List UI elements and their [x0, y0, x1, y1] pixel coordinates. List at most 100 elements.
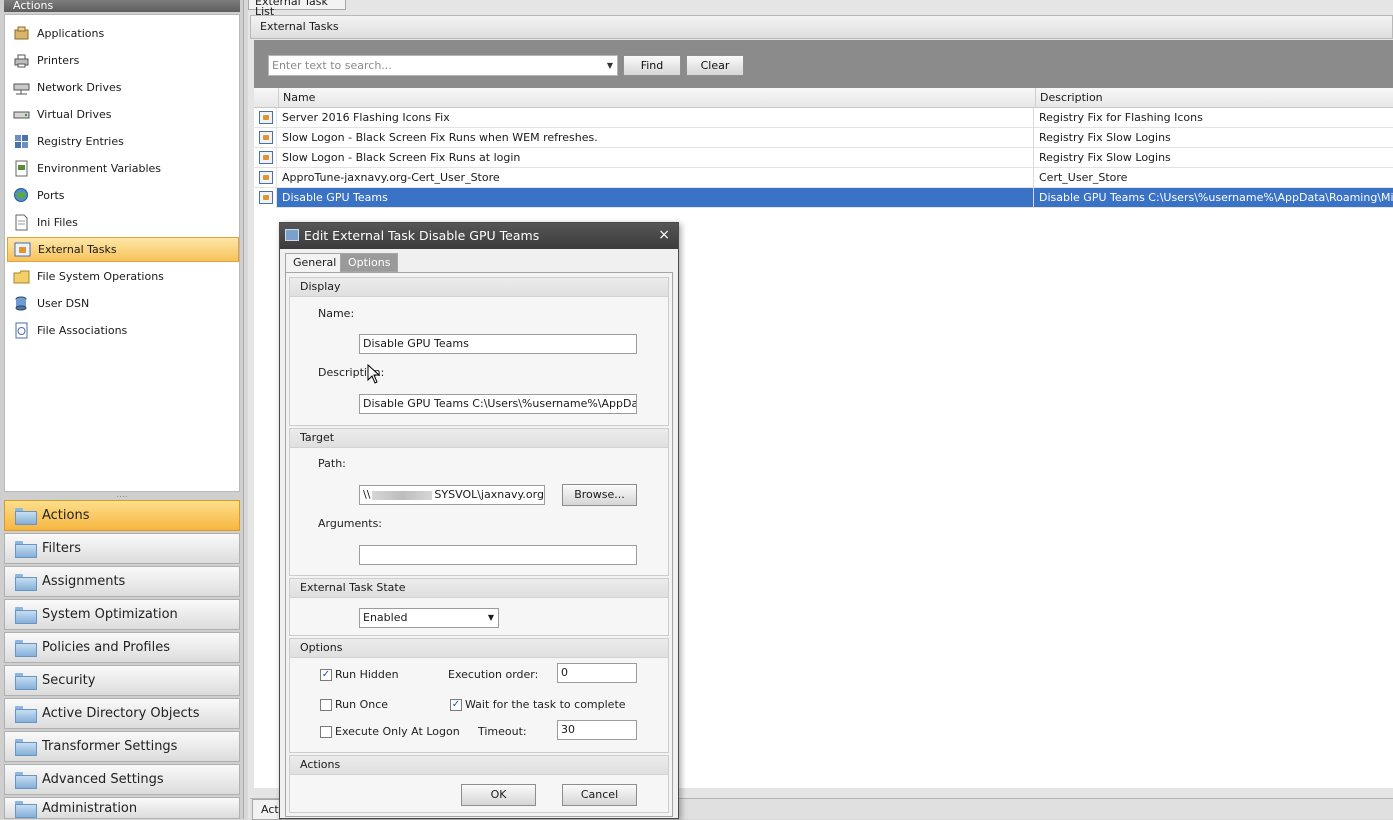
nav-system-optimization[interactable]: System Optimization: [4, 599, 240, 630]
nav-filters[interactable]: Filters: [4, 533, 240, 564]
cell-description: Registry Fix Slow Logins: [1039, 151, 1171, 164]
path-prefix: \\: [363, 488, 371, 501]
folder-icon: [15, 640, 37, 657]
sidebar-item-label: External Tasks: [38, 243, 117, 256]
external-task-icon: [259, 151, 273, 164]
tab-general[interactable]: General: [285, 253, 345, 273]
ini-file-icon: [13, 214, 30, 231]
printer-icon: [13, 52, 30, 69]
sidebar-item-applications[interactable]: Applications: [7, 21, 239, 46]
nav-advanced-settings[interactable]: Advanced Settings: [4, 764, 240, 795]
options-group: Options ✓ Run Hidden Execution order: 0 …: [289, 638, 669, 753]
group-header: Display: [290, 278, 668, 297]
sidebar-item-printers[interactable]: Printers: [7, 48, 239, 73]
run-once-checkbox[interactable]: [320, 699, 332, 711]
arguments-field[interactable]: [359, 545, 637, 565]
name-field[interactable]: Disable GPU Teams: [359, 334, 637, 354]
path-field[interactable]: \\ SYSVOL\jaxnavy.org\s: [359, 485, 545, 505]
sidebar-item-virtual-drives[interactable]: Virtual Drives: [7, 102, 239, 127]
clear-button[interactable]: Clear: [686, 55, 744, 76]
execution-order-field[interactable]: 0: [557, 663, 637, 683]
nav-label: Assignments: [42, 574, 126, 589]
file-system-icon: [13, 268, 30, 285]
group-header: Options: [290, 639, 668, 658]
column-header-description[interactable]: Description: [1035, 88, 1393, 108]
cell-name: Slow Logon - Black Screen Fix Runs at lo…: [278, 148, 1034, 168]
cell-description: Registry Fix Slow Logins: [1039, 131, 1171, 144]
registry-icon: [13, 133, 30, 150]
description-field[interactable]: Disable GPU Teams C:\Users\%username%\Ap…: [359, 394, 637, 414]
nav-transformer-settings[interactable]: Transformer Settings: [4, 731, 240, 762]
find-button[interactable]: Find: [623, 55, 681, 76]
sidebar-item-environment-variables[interactable]: Environment Variables: [7, 156, 239, 181]
execute-at-logon-checkbox[interactable]: [320, 726, 332, 738]
sidebar-item-external-tasks[interactable]: External Tasks: [7, 237, 239, 262]
nav-assignments[interactable]: Assignments: [4, 566, 240, 597]
nav-label: Advanced Settings: [42, 772, 164, 787]
sidebar-item-registry-entries[interactable]: Registry Entries: [7, 129, 239, 154]
ok-button[interactable]: OK: [461, 784, 536, 806]
timeout-field[interactable]: 30: [557, 720, 637, 740]
browse-button[interactable]: Browse...: [562, 484, 637, 506]
cell-name: Slow Logon - Black Screen Fix Runs when …: [278, 128, 1034, 148]
sidebar: Actions Applications Printers Network Dr…: [0, 0, 244, 819]
column-header-name[interactable]: Name: [278, 88, 1035, 108]
state-group: External Task State Enabled ▼: [289, 578, 669, 636]
grid-header-icon-col: [254, 88, 278, 108]
tab-external-task-list[interactable]: External Task List: [248, 0, 346, 17]
folder-icon: [15, 541, 37, 558]
nav-actions[interactable]: Actions: [4, 500, 240, 531]
run-hidden-label: Run Hidden: [335, 668, 399, 681]
redacted-server-name: [372, 490, 433, 500]
sidebar-item-label: User DSN: [37, 297, 90, 310]
sidebar-item-ini-files[interactable]: Ini Files: [7, 210, 239, 235]
environment-variables-icon: [13, 160, 30, 177]
tab-options[interactable]: Options: [340, 253, 399, 272]
ports-icon: [13, 187, 30, 204]
nav-policies-and-profiles[interactable]: Policies and Profiles: [4, 632, 240, 663]
folder-icon: [15, 772, 37, 789]
sidebar-item-user-dsn[interactable]: User DSN: [7, 291, 239, 316]
sidebar-item-ports[interactable]: Ports: [7, 183, 239, 208]
tab-actions[interactable]: Actions: [252, 799, 282, 820]
folder-icon: [15, 673, 37, 690]
table-row[interactable]: Slow Logon - Black Screen Fix Runs at lo…: [254, 148, 1393, 168]
sidebar-item-label: Ini Files: [37, 216, 78, 229]
table-row[interactable]: Server 2016 Flashing Icons Fix Registry …: [254, 108, 1393, 128]
sidebar-item-label: Registry Entries: [37, 135, 124, 148]
chevron-down-icon[interactable]: ▼: [607, 56, 613, 75]
display-group: Display Name: Disable GPU Teams Descript…: [289, 277, 669, 426]
table-row-selected[interactable]: Disable GPU Teams Disable GPU Teams C:\U…: [254, 188, 1393, 208]
user-dsn-icon: [13, 295, 30, 312]
close-icon[interactable]: ×: [658, 223, 670, 248]
search-input[interactable]: Enter text to search... ▼: [268, 55, 618, 76]
group-header: Target: [290, 429, 668, 448]
table-row[interactable]: Slow Logon - Black Screen Fix Runs when …: [254, 128, 1393, 148]
network-drive-icon: [13, 79, 30, 96]
action-list: Applications Printers Network Drives Vir…: [4, 14, 240, 492]
folder-icon: [15, 607, 37, 624]
nav-label: Active Directory Objects: [42, 706, 200, 721]
external-task-icon: [14, 241, 31, 258]
cell-name: Server 2016 Flashing Icons Fix: [278, 108, 1034, 128]
dialog-body: Display Name: Disable GPU Teams Descript…: [285, 272, 673, 817]
sidebar-item-label: Applications: [37, 27, 105, 40]
wait-for-task-checkbox[interactable]: ✓: [450, 699, 462, 711]
table-row[interactable]: ApproTune-jaxnavy.org-Cert_User_Store Ce…: [254, 168, 1393, 188]
name-label: Name:: [318, 307, 355, 320]
nav-security[interactable]: Security: [4, 665, 240, 696]
folder-icon: [15, 800, 37, 818]
state-select[interactable]: Enabled ▼: [359, 608, 499, 628]
path-label: Path:: [318, 457, 346, 470]
run-hidden-checkbox[interactable]: ✓: [320, 669, 332, 681]
sidebar-item-network-drives[interactable]: Network Drives: [7, 75, 239, 100]
nav-administration[interactable]: Administration: [4, 797, 240, 819]
sidebar-item-file-associations[interactable]: File Associations: [7, 318, 239, 343]
sidebar-item-label: Network Drives: [37, 81, 122, 94]
sidebar-item-file-system-operations[interactable]: File System Operations: [7, 264, 239, 289]
panel-splitter[interactable]: ....: [4, 491, 240, 500]
sidebar-item-label: Ports: [37, 189, 65, 202]
cancel-button[interactable]: Cancel: [562, 784, 637, 806]
dialog-titlebar[interactable]: Edit External Task Disable GPU Teams ×: [280, 223, 678, 249]
nav-active-directory-objects[interactable]: Active Directory Objects: [4, 698, 240, 729]
